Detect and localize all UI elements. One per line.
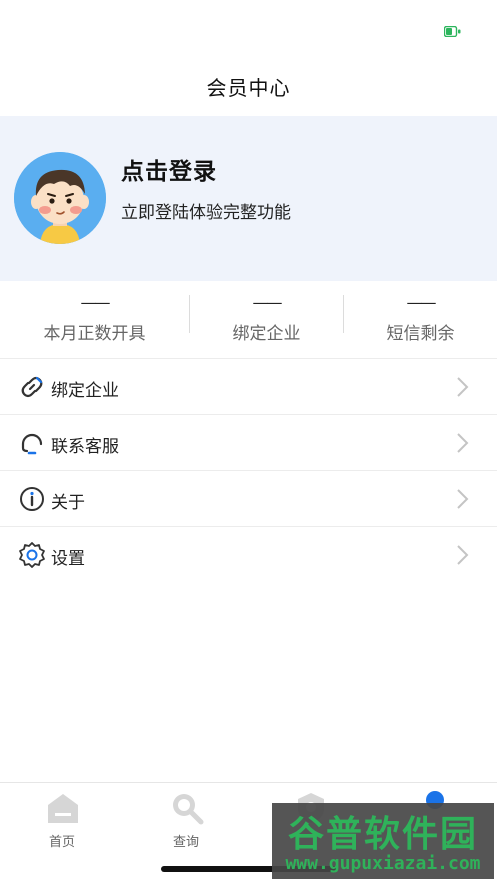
tab-home[interactable]: 首页 [0, 791, 124, 851]
search-icon [173, 794, 204, 825]
avatar[interactable] [14, 152, 106, 244]
menu-item-bind-company[interactable]: 绑定企业 [0, 359, 497, 415]
menu-label: 联系客服 [51, 437, 119, 457]
info-icon [20, 487, 44, 511]
stat-sms-remaining[interactable]: —— 短信剩余 [343, 281, 497, 359]
menu-list: 绑定企业 联系客服 关于 设置 [0, 359, 497, 583]
menu-label: 设置 [51, 549, 85, 569]
stat-label: 本月正数开具 [43, 324, 146, 344]
stats-row: —— 本月正数开具 —— 绑定企业 —— 短信剩余 [0, 281, 497, 359]
link-icon [21, 376, 43, 398]
watermark: 谷普软件园 www.gupuxiazai.com [272, 803, 494, 879]
stat-value: —— [80, 293, 111, 312]
watermark-text: 谷普软件园 [287, 814, 478, 855]
menu-item-about[interactable]: 关于 [0, 471, 497, 527]
stat-monthly-invoices[interactable]: —— 本月正数开具 [17, 281, 172, 359]
tab-label: 查询 [172, 835, 199, 850]
menu-item-contact-service[interactable]: 联系客服 [0, 415, 497, 471]
stat-bound-companies[interactable]: —— 绑定企业 [189, 281, 344, 359]
home-icon [48, 794, 78, 823]
page-title: 会员中心 [206, 76, 291, 100]
profile-card[interactable]: 点击登录 立即登陆体验完整功能 [0, 116, 497, 281]
status-bar [0, 0, 497, 60]
chevron-right-icon [457, 545, 469, 565]
stat-value: —— [406, 293, 437, 312]
battery-icon [444, 26, 461, 37]
login-title[interactable]: 点击登录 [121, 152, 217, 186]
tab-query[interactable]: 查询 [124, 791, 248, 851]
menu-label: 关于 [51, 493, 85, 513]
menu-item-settings[interactable]: 设置 [0, 527, 497, 583]
chevron-right-icon [457, 377, 469, 397]
stat-label: 短信剩余 [386, 324, 455, 344]
menu-label: 绑定企业 [51, 381, 119, 401]
tab-label: 首页 [48, 835, 75, 850]
watermark-url: www.gupuxiazai.com [285, 853, 481, 874]
headset-icon [21, 433, 43, 455]
chevron-right-icon [457, 433, 469, 453]
stat-label: 绑定企业 [232, 324, 301, 344]
avatar-illustration [14, 152, 106, 244]
login-subtitle: 立即登陆体验完整功能 [121, 203, 291, 223]
stat-value: —— [252, 293, 283, 312]
chevron-right-icon [457, 489, 469, 509]
gear-icon [19, 542, 45, 568]
